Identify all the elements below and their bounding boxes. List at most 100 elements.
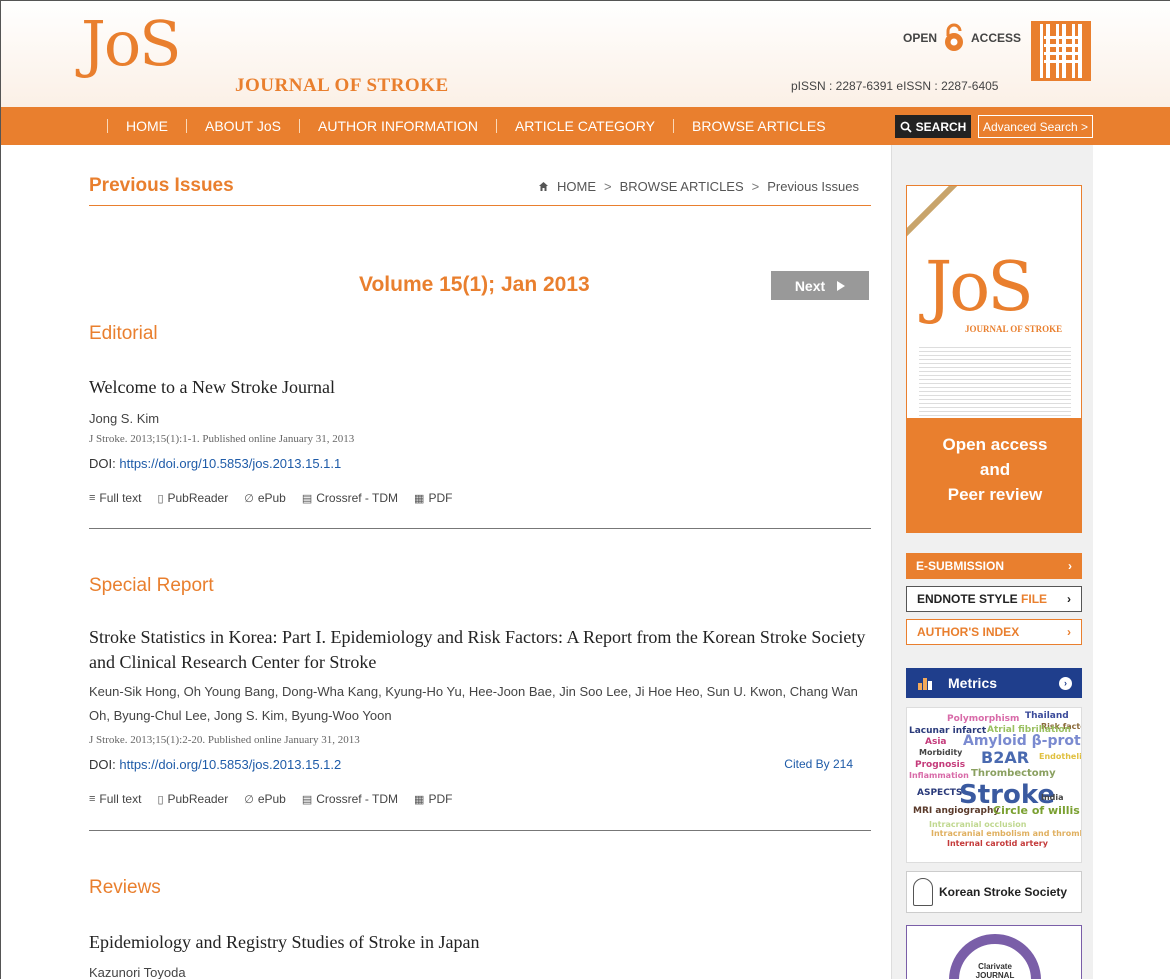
keyword-cloud-term[interactable]: Amyloid β-protein (963, 733, 1081, 749)
keyword-cloud-term[interactable]: Morbidity (919, 748, 962, 757)
metrics-label: Metrics (948, 675, 998, 691)
nav-item-browse-articles[interactable]: BROWSE ARTICLES (692, 118, 826, 134)
full-text-label: Full text (99, 792, 142, 806)
nav-item-author-information[interactable]: AUTHOR INFORMATION (318, 118, 478, 134)
keyword-cloud-term[interactable]: Intracranial occlusion (929, 820, 1026, 829)
nav-separator (673, 119, 675, 133)
keyword-cloud-term[interactable]: Polymorphism (947, 714, 1019, 724)
authors-index-button[interactable]: AUTHOR'S INDEX › (906, 619, 1082, 645)
article-title[interactable]: Epidemiology and Registry Studies of Str… (89, 930, 871, 955)
keyword-cloud-term[interactable]: Intracranial embolism and thrombosis (931, 829, 1081, 838)
jcr-word: JOURNAL (975, 971, 1015, 979)
metrics-bar-icon (918, 678, 932, 690)
pdf-label: PDF (428, 491, 453, 505)
pubreader-link[interactable]: ▯ PubReader (157, 792, 228, 806)
epub-label: ePub (257, 792, 286, 806)
keyword-cloud-term[interactable]: Thrombectomy (971, 768, 1056, 779)
keyword-cloud-term[interactable]: Endothelin (1039, 752, 1081, 761)
cited-by-link[interactable]: Cited By 214 (784, 757, 853, 771)
crossref-link[interactable]: ▤ Crossref - TDM (302, 491, 398, 505)
endnote-file: FILE (1021, 592, 1048, 606)
authors-index-label: AUTHOR'S INDEX (917, 625, 1020, 639)
paperclip-icon: ∅ (244, 793, 254, 806)
sidebar: JoS JOURNAL OF STROKE Open access and Pe… (891, 145, 1093, 979)
jcr-brand: Clarivate (978, 962, 1012, 971)
pubreader-link[interactable]: ▯ PubReader (157, 491, 228, 505)
epub-link[interactable]: ∅ ePub (244, 792, 286, 806)
keyword-cloud-term[interactable]: Circle of willis (993, 804, 1080, 817)
cover-band-line: Open access (942, 435, 1048, 454)
printer-icon: ▤ (301, 492, 313, 505)
metrics-button[interactable]: Metrics › (906, 668, 1082, 698)
play-arrow-icon (837, 280, 846, 291)
nav-item-about[interactable]: ABOUT JoS (205, 118, 281, 134)
e-submission-button[interactable]: E-SUBMISSION › (906, 553, 1082, 579)
journal-name: JOURNAL OF STROKE (235, 75, 449, 96)
keyword-cloud-term[interactable]: Internal carotid artery (947, 839, 1048, 848)
list-icon: ≡ (89, 793, 96, 805)
article-title[interactable]: Welcome to a New Stroke Journal (89, 375, 871, 400)
full-text-link[interactable]: ≡ Full text (89, 792, 141, 806)
keyword-cloud-term[interactable]: Prognosis (915, 760, 965, 770)
open-access-badge: OPEN ACCESS (903, 23, 1021, 53)
cover-journal-name: JOURNAL OF STROKE (965, 324, 1063, 334)
open-access-lock-icon (941, 23, 967, 53)
full-text-link[interactable]: ≡ Full text (89, 491, 141, 505)
article-doi: DOI: https://doi.org/10.5853/jos.2013.15… (89, 757, 341, 772)
keyword-cloud-term[interactable]: Asia (925, 737, 946, 747)
advanced-search-button[interactable]: Advanced Search > (978, 115, 1093, 138)
open-label: OPEN (903, 31, 938, 45)
breadcrumb-separator: > (751, 179, 760, 194)
pdf-link[interactable]: ▦ PDF (414, 792, 452, 806)
chevron-right-icon: › (1059, 676, 1072, 690)
pdf-icon: ▦ (414, 793, 425, 806)
keyword-cloud-term[interactable]: B2AR (981, 748, 1029, 767)
journal-logo[interactable]: JoS (81, 13, 182, 75)
book-icon: ▯ (157, 492, 164, 505)
doi-link[interactable]: https://doi.org/10.5853/jos.2013.15.1.1 (119, 456, 341, 471)
cover-logo: JoS (925, 248, 1034, 327)
korean-stroke-society-link[interactable]: Korean Stroke Society (906, 871, 1082, 913)
list-icon: ≡ (89, 492, 96, 504)
keyword-cloud-term[interactable]: MRI angiography (913, 806, 999, 816)
nav-item-article-category[interactable]: ARTICLE CATEGORY (515, 118, 655, 134)
cover-band-line: Peer review (947, 485, 1043, 504)
keyword-cloud-term[interactable]: India (1041, 793, 1064, 802)
keyword-cloud-term[interactable]: ASPECTS (917, 788, 962, 798)
pubreader-label: PubReader (167, 792, 229, 806)
breadcrumb-home[interactable]: HOME (557, 179, 596, 194)
pdf-link[interactable]: ▦ PDF (414, 491, 452, 505)
breadcrumb: HOME > BROWSE ARTICLES > Previous Issues (538, 179, 859, 194)
issn-text: pISSN : 2287-6391 eISSN : 2287-6405 (791, 79, 999, 93)
search-button[interactable]: SEARCH (895, 115, 971, 138)
cover-ribbon (907, 186, 966, 241)
epub-link[interactable]: ∅ ePub (244, 491, 286, 505)
next-label: Next (794, 277, 826, 294)
journal-cover[interactable]: JoS JOURNAL OF STROKE Open access and Pe… (906, 185, 1082, 533)
site-header: JoS JOURNAL OF STROKE OPEN ACCESS pISSN … (1, 1, 1170, 107)
chevron-right-icon: › (1067, 625, 1071, 639)
journal-citation-reports-badge[interactable]: Clarivate JOURNAL (906, 925, 1082, 979)
keyword-cloud-term[interactable]: Inflammation (909, 771, 969, 780)
article-citation: J Stroke. 2013;15(1):2-20. Published onl… (89, 734, 360, 746)
article-tools: ≡ Full text ▯ PubReader ∅ ePub ▤ Crossref - … (89, 792, 452, 806)
cover-band: Open access and Peer review (907, 418, 1081, 532)
crossref-label: Crossref - TDM (316, 491, 399, 505)
main-nav: HOME ABOUT JoS AUTHOR INFORMATION ARTICL… (1, 107, 1170, 145)
doi-label: DOI: (89, 456, 116, 471)
home-icon (539, 182, 549, 191)
access-label: ACCESS (971, 31, 1022, 45)
article-title[interactable]: Stroke Statistics in Korea: Part I. Epid… (89, 625, 871, 675)
keyword-cloud-term[interactable]: Thailand (1025, 711, 1069, 721)
epub-label: ePub (257, 491, 286, 505)
pubreader-label: PubReader (167, 491, 229, 505)
doi-link[interactable]: https://doi.org/10.5853/jos.2013.15.1.2 (119, 757, 341, 772)
endnote-style-file-button[interactable]: ENDNOTE STYLE FILE › (906, 586, 1082, 612)
nav-item-home[interactable]: HOME (126, 118, 168, 134)
e-submission-label: E-SUBMISSION (916, 559, 1005, 573)
next-issue-button[interactable]: Next (771, 271, 869, 300)
title-divider (89, 205, 871, 206)
jcr-seal: Clarivate JOURNAL (949, 934, 1041, 979)
breadcrumb-browse-articles[interactable]: BROWSE ARTICLES (620, 179, 744, 194)
crossref-link[interactable]: ▤ Crossref - TDM (302, 792, 398, 806)
